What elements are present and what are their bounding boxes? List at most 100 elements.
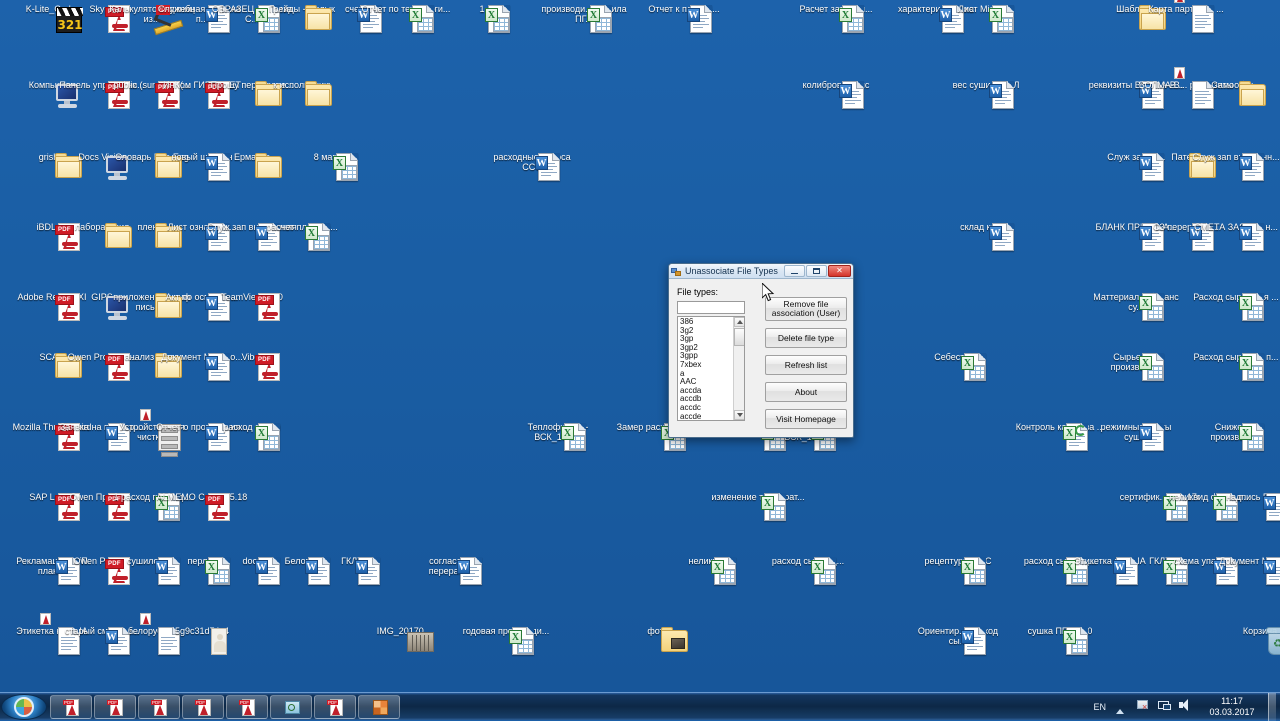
desktop-icon[interactable]: Xрасчет плотнос... <box>252 222 352 251</box>
folder-icon <box>305 81 332 107</box>
desktop-icon[interactable]: W Ориентир... расход сы... <box>908 626 1008 655</box>
taskbar-item-pdf-reader-2[interactable]: PDF <box>94 694 136 719</box>
maximize-button[interactable] <box>806 265 827 277</box>
filter-input[interactable] <box>677 301 745 314</box>
clock[interactable]: 11:17 03.03.2017 <box>1202 696 1262 718</box>
refresh-icon <box>1075 425 1086 436</box>
desktop-icon[interactable]: Wрасходные силоса ССС <box>482 152 582 181</box>
close-button[interactable]: ✕ <box>828 265 851 277</box>
desktop-icon[interactable]: IMG_20170... <box>354 626 454 652</box>
dialog-button[interactable]: Visit Homepage <box>765 409 847 429</box>
excel-badge-icon: X <box>761 496 774 510</box>
desktop-icon[interactable]: Xизменение температ... <box>708 492 808 521</box>
desktop-icon[interactable]: Wрежимные карты суш... <box>1086 422 1186 451</box>
desktop-surface[interactable]: 321 K-Lite_Cod... PDF Skype PDF Калькулятор е… <box>0 0 1280 692</box>
desktop-icon[interactable]: фото <box>608 626 708 652</box>
system-tray[interactable]: EN × 11:17 03.03.2017 <box>1086 692 1280 721</box>
desktop-icon[interactable]: Xрецептуры ССС <box>908 556 1008 585</box>
desktop-icon[interactable]: PDF ALMEMO Control 5.18 <box>152 492 252 521</box>
desktop-icon-label: СМЕТА ЗАЯВКА н... <box>1194 222 1278 232</box>
minimize-button[interactable] <box>784 265 805 277</box>
excel-badge-icon: X <box>561 426 574 440</box>
desktop-icon[interactable]: XТеплофиз... В-ВСК_10.0... <box>508 422 608 451</box>
desktop-icon[interactable]: Xрасход сырья <box>202 422 302 451</box>
file-type-list-item[interactable]: accde <box>680 412 734 420</box>
desktop-icon[interactable]: Wвес сушила ГКЛ <box>936 80 1036 109</box>
taskbar[interactable]: PDF PDF PDF PDF PDF PDF EN × 11:17 03.03.2017 <box>0 692 1280 721</box>
scroll-down-button[interactable] <box>734 410 744 420</box>
desktop-icon[interactable]: ♻ Корзина <box>1210 626 1280 655</box>
desktop-icon[interactable]: W СМЕТА ЗАЯВКА н... <box>1186 222 1280 251</box>
desktop-icon[interactable]: к исполнению <box>252 80 352 106</box>
desktop-icon[interactable]: X Себестои... <box>908 352 1008 381</box>
desktop-icon[interactable]: X Сырье для производс... <box>1086 352 1186 381</box>
language-indicator[interactable]: EN <box>1093 702 1106 712</box>
desktop-icon[interactable]: Wколибров... гипс <box>786 80 886 109</box>
desktop-icon-label: неликвид <box>688 556 728 566</box>
file-types-label: File types: <box>677 287 719 297</box>
desktop-icon[interactable]: X Расчет затрат п... <box>786 4 886 33</box>
desktop-icon[interactable]: X8 марта <box>280 152 380 181</box>
dialog-button[interactable]: About <box>765 382 847 402</box>
desktop-icon[interactable]: PDF Viber <box>202 352 302 381</box>
dialog-button[interactable]: Delete file type <box>765 328 847 348</box>
taskbar-item-pdf-reader-4[interactable]: PDF <box>182 694 224 719</box>
desktop-icon[interactable]: Xнеликвид <box>658 556 758 585</box>
desktop-icon-label: к исполнению <box>273 80 331 90</box>
taskbar-item-unassociate-file-types[interactable] <box>358 694 400 719</box>
desktop-icon[interactable]: 5g9c31d74c4 <box>152 626 252 655</box>
dialog-button[interactable]: Refresh list <box>765 355 847 375</box>
start-button[interactable] <box>1 693 47 720</box>
desktop-icon[interactable]: W Служ зап внутренн... <box>1186 152 1280 181</box>
show-hidden-icons-button[interactable] <box>1116 699 1131 714</box>
taskbar-items[interactable]: PDF PDF PDF PDF PDF PDF <box>50 694 402 720</box>
file-type-list-item[interactable]: 7xbex <box>680 360 734 370</box>
desktop-icon[interactable]: Wсклад камня <box>936 222 1036 251</box>
desktop-icon[interactable]: X Маттериал... баланс су... <box>1086 292 1186 321</box>
desktop-icon[interactable]: Wсогласова... переработ... <box>404 556 504 585</box>
desktop-icon[interactable]: Xрасход сырья д... <box>758 556 858 585</box>
desktop-icon[interactable]: Xпроизводи... сушила ПГ... <box>534 4 634 33</box>
show-desktop-button[interactable] <box>1268 692 1276 721</box>
taskbar-item-pdf-reader-5[interactable]: PDF <box>226 694 268 719</box>
dialog-button[interactable]: Remove file association (User) <box>765 297 847 321</box>
desktop-icon[interactable]: X1 <box>432 4 532 33</box>
word-badge-icon: W <box>989 84 1002 98</box>
listbox-scrollbar[interactable] <box>733 317 744 420</box>
desktop-icon[interactable]: WДокумент Microso... <box>1210 556 1280 585</box>
file-types-list[interactable]: 386 3g2 3gp 3gp2 3gpp 7xbex a AAC accda accdb accd… <box>678 317 734 420</box>
desktop-icon[interactable]: X Лист Micros... <box>936 4 1036 33</box>
desktop-icon-label: колибров... гипс <box>802 80 870 90</box>
desktop-icon[interactable]: Самообуч... <box>1186 80 1280 106</box>
desktop-icon[interactable]: W Отчет к планер... <box>634 4 734 33</box>
desktop-icon[interactable]: X Снижение производи... <box>1186 422 1280 451</box>
taskbar-item-icon: PDF <box>151 698 169 717</box>
folder-icon <box>1239 81 1266 107</box>
taskbar-item-remote-app[interactable] <box>270 694 312 719</box>
desktop-icon[interactable]: X Расход сырья для ... <box>1186 292 1280 321</box>
desktop-icon-label: расход сырья <box>223 422 281 432</box>
desktop-icon-label: склад камня <box>960 222 1012 232</box>
desktop-icon[interactable]: X Расход сырья на п... <box>1186 352 1280 381</box>
desktop-icon-label: расходные силоса ССС <box>493 152 571 172</box>
file-types-listbox[interactable]: 386 3g2 3gp 3gp2 3gpp 7xbex a AAC accda accdb accd… <box>677 316 745 421</box>
dialog-titlebar[interactable]: Unassociate File Types ✕ <box>669 264 853 279</box>
taskbar-item-pdf-reader-3[interactable]: PDF <box>138 694 180 719</box>
desktop-icon[interactable]: Xгодовая производи... <box>456 626 556 655</box>
word-badge-icon: W <box>687 8 700 22</box>
pdf-overlay-icon <box>1174 67 1185 79</box>
taskbar-item-pdf-reader-1[interactable]: PDF <box>50 694 92 719</box>
scrollbar-thumb[interactable] <box>734 328 744 346</box>
scroll-up-button[interactable] <box>734 317 744 327</box>
taskbar-item-pdf-reader-6[interactable]: PDF <box>314 694 356 719</box>
desktop-icon[interactable]: Карта партнера ... <box>1136 0 1236 33</box>
unassociate-file-types-dialog[interactable]: Unassociate File Types ✕ File types: 386… <box>668 263 854 438</box>
desktop-icon[interactable]: Xсушка ППП 100 <box>1010 626 1110 655</box>
desktop-icon-label: 1 <box>479 4 485 14</box>
network-icon[interactable] <box>1158 699 1173 714</box>
volume-icon[interactable] <box>1179 699 1194 714</box>
action-center-icon[interactable]: × <box>1137 699 1152 714</box>
desktop-icon[interactable]: Wнадпись ГКЛ ЕС <box>1210 492 1280 521</box>
desktop-icon[interactable]: PDF TeamViewer 10 <box>202 292 302 321</box>
desktop-icon[interactable]: W ГКЛУ <box>302 556 402 585</box>
